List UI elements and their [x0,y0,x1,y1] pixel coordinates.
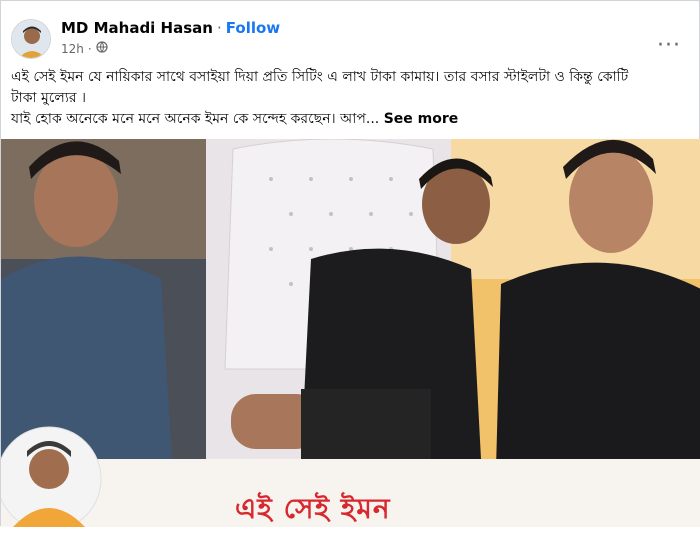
author-avatar[interactable] [11,19,51,59]
see-more-link[interactable]: See more [384,111,459,127]
post-text-line: এই সেই ইমন যে নায়িকার সাথে বসাইয়া দিয়… [11,69,629,85]
post-text-line-last: যাই হোক অনেকে মনে মনে অনেক ইমন কে সন্দেহ… [11,109,691,130]
facebook-post: MD Mahadi Hasan · Follow 12h · ··· এই সেই … [0,0,700,527]
globe-icon [96,41,108,56]
author-name[interactable]: MD Mahadi Hasan [61,19,213,37]
post-time[interactable]: 12h [61,42,84,56]
more-options-icon[interactable]: ··· [657,35,681,57]
image-caption: এই সেই ইমন [235,492,391,525]
post-header: MD Mahadi Hasan · Follow 12h · ··· [11,15,691,61]
author-name-row: MD Mahadi Hasan · Follow [61,19,280,37]
post-meta: 12h · [61,41,108,56]
post-text-truncated: যাই হোক অনেকে মনে মনে অনেক ইমন কে সন্দেহ… [11,111,380,127]
post-text-line: টাকা মুল্যের । [11,90,87,106]
post-text: এই সেই ইমন যে নায়িকার সাথে বসাইয়া দিয়… [11,67,691,130]
separator-dot: · [216,19,222,37]
follow-button[interactable]: Follow [226,19,280,37]
post-image[interactable] [1,139,700,527]
separator-dot-meta: · [87,41,92,56]
